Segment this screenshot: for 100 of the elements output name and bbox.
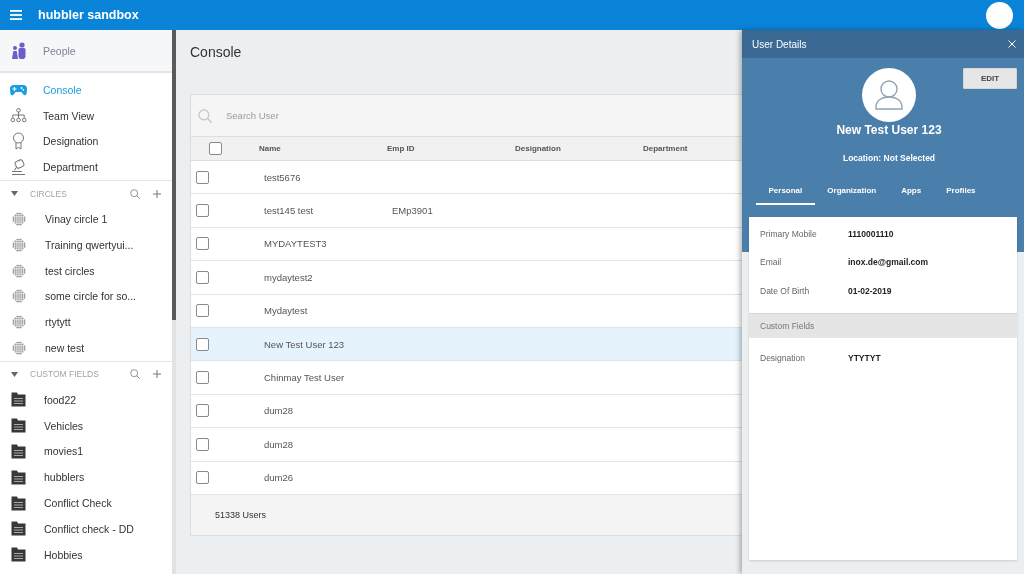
- table-cell: Chinmay Test User: [264, 372, 345, 384]
- checkbox[interactable]: [196, 337, 209, 351]
- table-cell: dum26: [264, 472, 294, 484]
- checkbox[interactable]: [196, 204, 209, 218]
- field-label: Email: [760, 257, 782, 268]
- dotted-circle-icon: [12, 289, 26, 304]
- checkbox[interactable]: [196, 371, 209, 385]
- add-icon[interactable]: [153, 370, 161, 379]
- circle-item[interactable]: test circles: [0, 257, 172, 284]
- field-value: 01-02-2019: [848, 285, 892, 296]
- user-count: 51338 Users: [215, 509, 267, 520]
- section-title: CIRCLES: [30, 188, 67, 199]
- scrollbar-thumb[interactable]: [172, 30, 176, 320]
- search-icon[interactable]: [130, 369, 140, 380]
- field-value: inox.de@gmail.com: [848, 257, 929, 268]
- dotted-circle-icon: [12, 212, 26, 227]
- caret-icon[interactable]: [11, 191, 18, 197]
- table-row[interactable]: Mydaytest: [191, 294, 742, 328]
- folder-icon: [11, 521, 26, 537]
- column-header: Designation: [515, 144, 561, 153]
- search-field[interactable]: Search User: [226, 107, 742, 124]
- folder-icon: [11, 418, 26, 434]
- caret-icon[interactable]: [11, 371, 18, 377]
- circle-item[interactable]: Vinay circle 1: [0, 206, 172, 232]
- dotted-circle-icon: [12, 263, 26, 278]
- circle-item[interactable]: rtytytt: [0, 309, 172, 336]
- checkbox[interactable]: [196, 237, 209, 251]
- circle-item[interactable]: some circle for so...: [0, 283, 172, 310]
- table-cell: New Test User 123: [264, 338, 345, 350]
- panel-title: User Details: [752, 38, 807, 50]
- add-icon[interactable]: [153, 189, 161, 198]
- close-icon[interactable]: [1008, 40, 1016, 48]
- section-title: CUSTOM FIELDS: [30, 369, 99, 380]
- custom-field-item[interactable]: hubblers: [0, 464, 172, 491]
- checkbox[interactable]: [196, 437, 209, 451]
- table-row[interactable]: New Test User 123: [191, 327, 742, 362]
- custom-field-item[interactable]: Conflict Check: [0, 490, 172, 516]
- table-cell: dum28: [264, 438, 294, 450]
- dotted-circle-icon: [12, 315, 26, 330]
- table-row[interactable]: test145 test EMp3901: [191, 194, 742, 228]
- table-row[interactable]: test5676: [191, 161, 742, 195]
- table-cell: test145 test: [264, 205, 314, 217]
- checkbox[interactable]: [196, 471, 209, 485]
- checkbox[interactable]: [196, 170, 209, 184]
- field-label: Date Of Birth: [760, 285, 810, 296]
- app-title: hubbler sandbox: [38, 8, 139, 22]
- custom-field-item[interactable]: Conflict check - DD: [0, 515, 172, 542]
- table-cell: dum28: [264, 405, 294, 417]
- avatar-icon: [862, 68, 916, 122]
- search-icon[interactable]: [130, 188, 140, 199]
- field-label: Designation: [760, 352, 805, 363]
- dotted-circle-icon: [12, 237, 26, 252]
- column-header: Name: [259, 144, 281, 153]
- table-row[interactable]: dum28: [191, 394, 742, 429]
- circle-item[interactable]: new test: [0, 335, 172, 361]
- page-title: Console: [190, 43, 242, 60]
- tab[interactable]: Apps: [888, 178, 934, 205]
- table-cell: mydaytest2: [264, 271, 313, 283]
- nav-item[interactable]: Team View: [0, 102, 172, 129]
- checkbox[interactable]: [196, 304, 209, 318]
- user-location: Location: Not Selected: [842, 152, 936, 164]
- scrollbar[interactable]: [172, 30, 176, 574]
- custom-field-item[interactable]: food22: [0, 386, 172, 413]
- section-title: Custom Fields: [760, 320, 815, 331]
- table-row[interactable]: dum26: [191, 461, 742, 495]
- folder-icon: [11, 547, 26, 563]
- table-row[interactable]: Chinmay Test User: [191, 361, 742, 395]
- custom-field-item[interactable]: movies1: [0, 438, 172, 465]
- avatar-icon[interactable]: [986, 1, 1013, 29]
- org-chart-icon: [10, 108, 27, 124]
- table-cell: Mydaytest: [264, 305, 308, 317]
- tab[interactable]: Profiles: [933, 178, 989, 205]
- menu-icon[interactable]: [10, 10, 22, 20]
- checkbox[interactable]: [196, 404, 209, 418]
- table-cell: test5676: [264, 171, 301, 183]
- table-row[interactable]: MYDAYTEST3: [191, 227, 742, 262]
- table-row[interactable]: mydaytest2: [191, 261, 742, 295]
- checkbox[interactable]: [208, 142, 222, 155]
- search-icon: [198, 108, 212, 123]
- dotted-circle-icon: [12, 341, 26, 356]
- folder-icon: [11, 392, 26, 408]
- table-cell: EMp3901: [392, 205, 433, 217]
- edit-button[interactable]: EDIT: [963, 68, 1017, 89]
- circle-item[interactable]: Training qwertyui...: [0, 232, 172, 258]
- nav-item[interactable]: Designation: [0, 128, 172, 155]
- search-bar[interactable]: Search User: [191, 95, 742, 137]
- people-link[interactable]: People: [0, 30, 172, 73]
- field-label: Primary Mobile: [760, 228, 817, 239]
- table-row[interactable]: dum28: [191, 428, 742, 462]
- column-header: Emp ID: [387, 144, 415, 153]
- column-header: Department: [643, 144, 688, 153]
- checkbox[interactable]: [196, 270, 209, 284]
- gamepad-icon: [10, 83, 27, 96]
- tab[interactable]: Organization: [814, 178, 889, 205]
- folder-icon: [11, 443, 26, 459]
- custom-field-item[interactable]: Hobbies: [0, 541, 172, 568]
- field-value: 1110001110: [848, 228, 894, 239]
- tab[interactable]: Personal: [756, 178, 815, 205]
- nav-item[interactable]: Department: [0, 154, 172, 181]
- custom-field-item[interactable]: Vehicles: [0, 412, 172, 439]
